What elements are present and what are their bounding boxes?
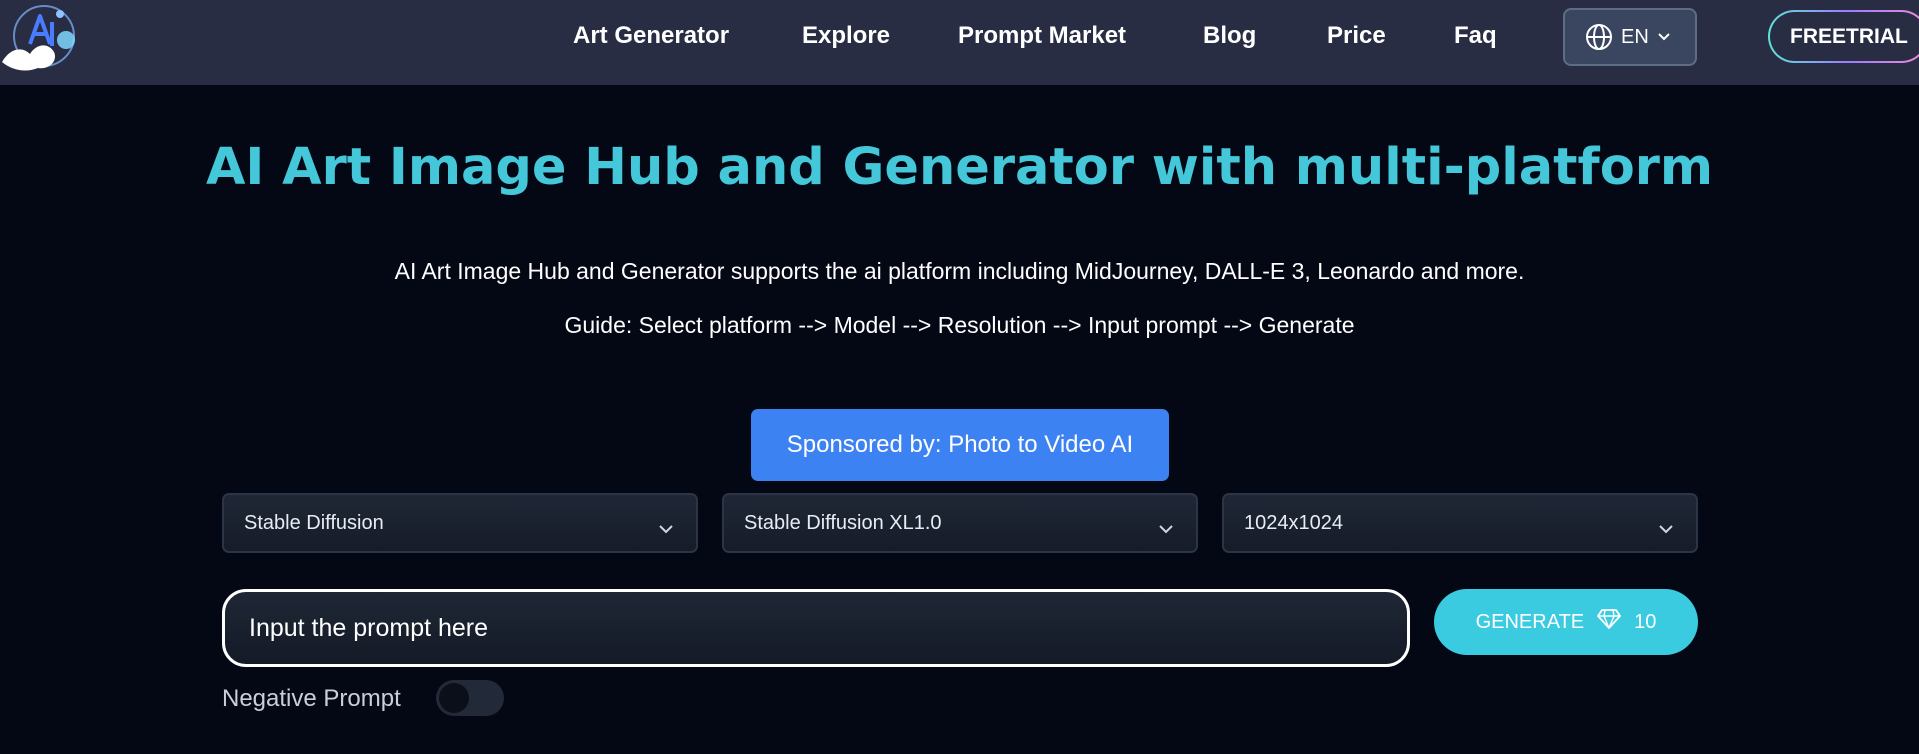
language-selector[interactable]: EN <box>1563 8 1697 66</box>
toggle-knob <box>439 683 469 713</box>
globe-icon <box>1585 23 1613 51</box>
resolution-select[interactable]: 1024x1024 <box>1222 493 1698 553</box>
chevron-down-icon <box>658 517 674 540</box>
free-trial-button[interactable]: FREETRIAL <box>1768 10 1919 63</box>
nav-art-generator[interactable]: Art Generator <box>573 22 729 50</box>
platform-select-value: Stable Diffusion <box>244 511 384 534</box>
hero-description: AI Art Image Hub and Generator supports … <box>394 258 1525 284</box>
generate-label: GENERATE <box>1475 610 1585 633</box>
nav-prompt-market[interactable]: Prompt Market <box>958 22 1126 50</box>
generate-cost: 10 <box>1634 610 1657 633</box>
prompt-input[interactable] <box>222 589 1410 667</box>
site-logo[interactable] <box>0 0 82 76</box>
nav-explore[interactable]: Explore <box>802 22 890 50</box>
free-trial-label: FREETRIAL <box>1770 12 1919 61</box>
diamond-icon <box>1596 608 1622 636</box>
hero-guide: Guide: Select platform --> Model --> Res… <box>564 312 1355 338</box>
sponsor-button[interactable]: Sponsored by: Photo to Video AI <box>751 409 1169 481</box>
negative-prompt-label: Negative Prompt <box>222 685 401 712</box>
chevron-down-icon <box>1158 517 1174 540</box>
nav-blog[interactable]: Blog <box>1203 22 1256 50</box>
resolution-select-value: 1024x1024 <box>1244 511 1343 534</box>
language-label: EN <box>1621 25 1649 48</box>
chevron-down-icon <box>1657 32 1671 42</box>
negative-prompt-toggle[interactable] <box>436 680 504 716</box>
top-navigation: Art Generator Explore Prompt Market Blog… <box>0 0 1919 85</box>
generate-button[interactable]: GENERATE 10 <box>1434 589 1698 655</box>
nav-faq[interactable]: Faq <box>1454 22 1497 50</box>
model-select-value: Stable Diffusion XL1.0 <box>744 511 942 534</box>
model-select[interactable]: Stable Diffusion XL1.0 <box>722 493 1198 553</box>
nav-price[interactable]: Price <box>1327 22 1386 50</box>
platform-select[interactable]: Stable Diffusion <box>222 493 698 553</box>
page-title: AI Art Image Hub and Generator with mult… <box>205 138 1714 197</box>
chevron-down-icon <box>1658 517 1674 540</box>
